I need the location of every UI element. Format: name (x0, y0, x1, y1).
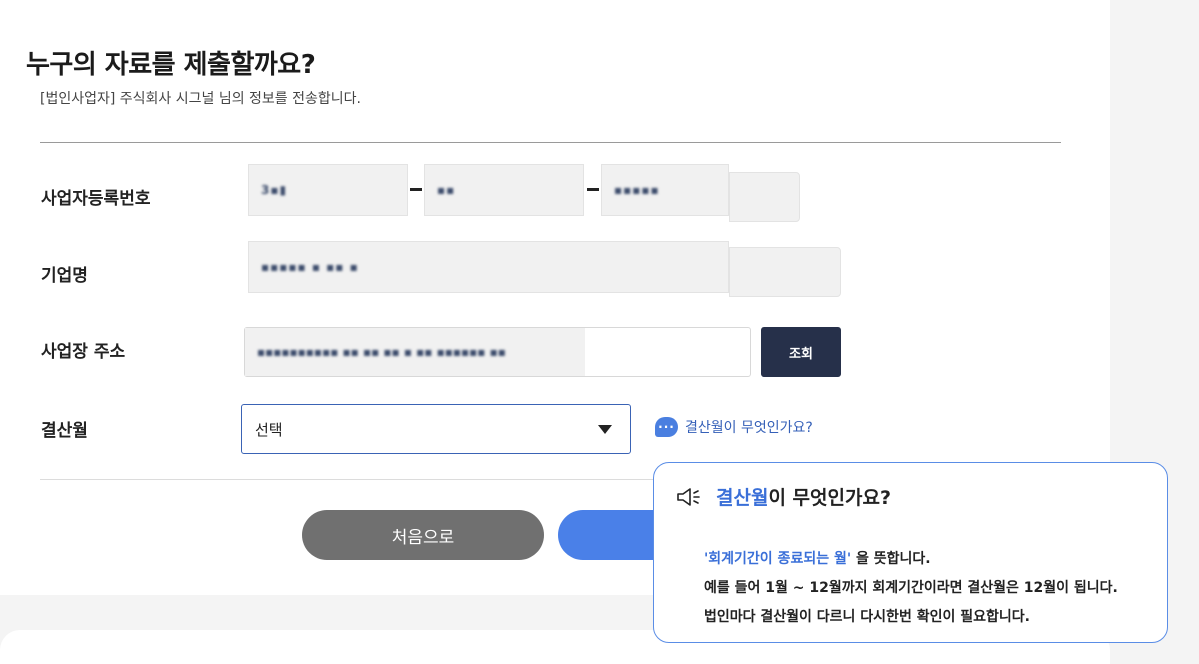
address-value: ▪▪▪▪▪▪▪▪▪▪ ▪▪ ▪▪ ▪▪ ▪ ▪▪ ▪▪▪▪▪▪ ▪▪ (257, 345, 506, 359)
business-number-part3-value: ▪▪▪▪▪ (614, 183, 660, 197)
tooltip-line-1: '회계기간이 종료되는 월' 을 뜻합니다. (704, 545, 1118, 574)
page-title: 누구의 자료를 제출할까요? (26, 50, 316, 80)
tooltip-body: '회계기간이 종료되는 월' 을 뜻합니다. 예를 들어 1월 ~ 12월까지 … (704, 545, 1118, 632)
company-name-field-extension (729, 247, 841, 297)
dash-separator (587, 188, 599, 191)
tooltip-title: 결산월 이 무엇인가요? (676, 483, 891, 510)
megaphone-icon (676, 487, 704, 507)
fiscal-month-help-link[interactable]: ··· 결산월이 무엇인가요? (655, 417, 813, 437)
address-search-button[interactable]: 조회 (761, 327, 841, 377)
tooltip-line-3: 법인마다 결산월이 다르니 다시한번 확인이 필요합니다. (704, 609, 1030, 625)
dash-separator (410, 188, 422, 191)
tooltip-line-1-highlight: '회계기간이 종료되는 월' (704, 551, 852, 567)
address-value-box: ▪▪▪▪▪▪▪▪▪▪ ▪▪ ▪▪ ▪▪ ▪ ▪▪ ▪▪▪▪▪▪ ▪▪ (245, 328, 585, 376)
business-number-part2-value: ▪▪ (437, 183, 456, 197)
business-number-field-extension (729, 172, 800, 222)
company-name-value: ▪▪▪▪▪ ▪ ▪▪ ▪ (261, 260, 359, 274)
business-number-part3-field[interactable]: ▪▪▪▪▪ (601, 164, 729, 216)
fiscal-month-select[interactable]: 선택 (241, 404, 631, 454)
business-number-label: 사업자등록번호 (41, 189, 151, 209)
address-label: 사업장 주소 (41, 342, 126, 362)
company-name-field[interactable]: ▪▪▪▪▪ ▪ ▪▪ ▪ (248, 241, 729, 293)
page-subtitle: [법인사업자] 주식회사 시그널 님의 정보를 전송합니다. (40, 91, 361, 107)
chat-bubble-icon: ··· (655, 417, 678, 437)
tooltip-line-1-rest: 을 뜻합니다. (851, 551, 931, 567)
tooltip-title-rest: 이 무엇인가요? (768, 487, 891, 509)
fiscal-month-label: 결산월 (41, 421, 88, 441)
fiscal-month-tooltip: 결산월 이 무엇인가요? '회계기간이 종료되는 월' 을 뜻합니다. 예를 들어… (653, 462, 1168, 643)
address-input[interactable]: ▪▪▪▪▪▪▪▪▪▪ ▪▪ ▪▪ ▪▪ ▪ ▪▪ ▪▪▪▪▪▪ ▪▪ (244, 327, 751, 377)
tooltip-line-2: 예를 들어 1월 ~ 12월까지 회계기간이라면 결산월은 12월이 됩니다. (704, 580, 1118, 596)
tooltip-title-highlight: 결산월 (716, 487, 769, 509)
divider (40, 142, 1061, 143)
company-name-label: 기업명 (41, 266, 88, 286)
chevron-down-icon (598, 425, 612, 434)
fiscal-month-help-text: 결산월이 무엇인가요? (685, 420, 813, 436)
business-number-part2-field[interactable]: ▪▪ (424, 164, 584, 216)
restart-button[interactable]: 처음으로 (302, 510, 544, 560)
fiscal-month-selected: 선택 (255, 420, 283, 439)
business-number-part1-value: 3▪▮ (261, 183, 288, 197)
business-number-part1-field[interactable]: 3▪▮ (248, 164, 408, 216)
